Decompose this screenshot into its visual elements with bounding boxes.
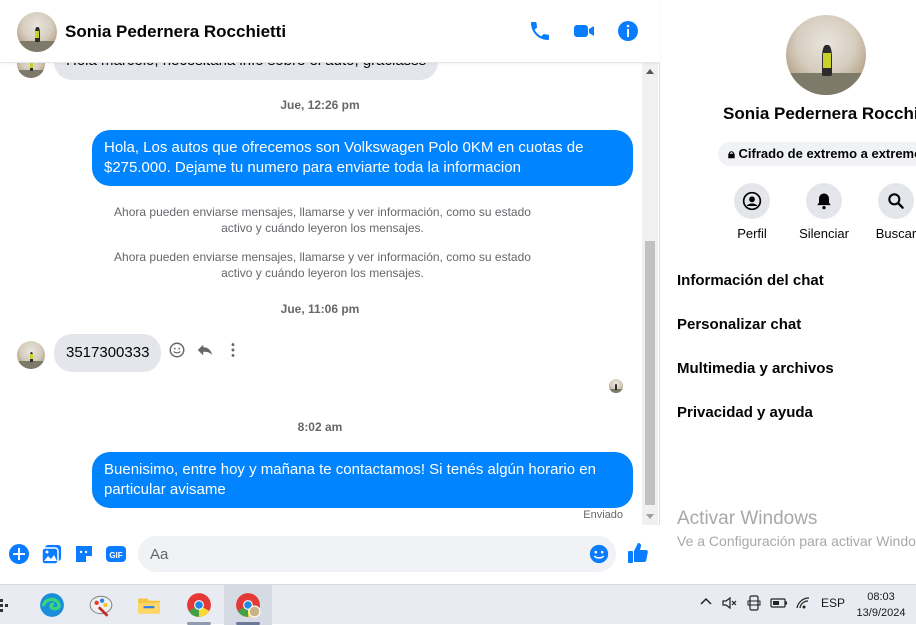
- react-icon[interactable]: [167, 341, 187, 361]
- activation-watermark-subtitle: Ve a Configuración para activar Windows.: [677, 533, 916, 549]
- message-input[interactable]: [150, 536, 580, 572]
- contact-avatar-small: [17, 63, 45, 78]
- read-receipt-avatar: [609, 379, 623, 393]
- chat-pane: Sonia Pedernera Rocchietti Hola marcelo,…: [0, 0, 660, 584]
- paint-icon[interactable]: [79, 585, 123, 625]
- mute-action[interactable]: Silenciar: [794, 183, 854, 241]
- contact-name[interactable]: Sonia Pedernera Rocchietti: [65, 22, 286, 42]
- gallery-icon[interactable]: [40, 542, 64, 566]
- panel-contact-name: Sonia Pedernera Rocchietti: [723, 104, 916, 123]
- scroll-thumb[interactable]: [645, 241, 655, 505]
- show-hidden-icons-chevron-icon[interactable]: [699, 595, 713, 612]
- message-input-wrapper: [138, 536, 616, 572]
- incoming-message: 3517300333: [54, 334, 162, 372]
- phone-call-icon[interactable]: [528, 19, 552, 43]
- timestamp: Jue, 12:26 pm: [280, 98, 360, 112]
- timestamp: Jue, 11:06 pm: [280, 302, 360, 316]
- mute-label: Silenciar: [799, 226, 849, 241]
- thumbs-up-icon[interactable]: [626, 541, 650, 565]
- search-label: Buscar: [875, 226, 916, 241]
- system-notice: Ahora pueden enviarse mensajes, llamarse…: [114, 250, 531, 280]
- menu-privacy-help[interactable]: Privacidad y ayuda: [677, 404, 813, 421]
- panel-avatar[interactable]: [786, 15, 866, 95]
- menu-media-files[interactable]: Multimedia y archivos: [677, 360, 834, 377]
- search-icon: [878, 183, 914, 219]
- menu-customize-chat[interactable]: Personalizar chat: [677, 316, 801, 333]
- menu-chat-info[interactable]: Información del chat: [677, 272, 824, 289]
- chrome-profile-icon[interactable]: [224, 585, 272, 625]
- reply-icon[interactable]: [195, 341, 215, 361]
- more-options-icon[interactable]: [223, 341, 243, 361]
- message-status: Enviado: [583, 509, 623, 521]
- input-language[interactable]: ESP: [821, 596, 845, 610]
- encryption-label: Cifrado de extremo a extremo: [738, 146, 916, 161]
- volume-muted-icon[interactable]: [721, 595, 737, 614]
- search-action[interactable]: Buscar: [866, 183, 916, 241]
- svg-text:GIF: GIF: [109, 551, 122, 560]
- file-explorer-icon[interactable]: [127, 585, 171, 625]
- outgoing-message: Buenisimo, entre hoy y mañana te contact…: [92, 452, 633, 508]
- timestamp: 8:02 am: [297, 420, 343, 434]
- system-clock[interactable]: 08:03 13/9/2024: [848, 589, 914, 621]
- task-view-icon[interactable]: [0, 597, 10, 613]
- battery-icon[interactable]: [770, 595, 788, 614]
- contact-avatar[interactable]: [17, 12, 57, 52]
- taskbar: ESP 08:03 13/9/2024: [0, 584, 916, 625]
- lock-icon: 🔒︎: [728, 146, 735, 161]
- info-icon[interactable]: [616, 19, 640, 43]
- scroll-down-arrow[interactable]: [646, 514, 654, 519]
- sticker-icon[interactable]: [72, 542, 96, 566]
- scroll-up-arrow[interactable]: [646, 69, 654, 74]
- outgoing-message: Hola, Los autos que ofrecemos son Volksw…: [92, 130, 633, 186]
- conversation-info-panel: Sonia Pedernera Rocchietti 🔒︎ Cifrado de…: [661, 0, 916, 584]
- clock-date: 13/9/2024: [856, 607, 906, 619]
- profile-action[interactable]: Perfil: [722, 183, 782, 241]
- composer: GIF: [0, 525, 660, 584]
- scrollbar[interactable]: [642, 63, 658, 525]
- wifi-icon[interactable]: [795, 595, 811, 614]
- edge-icon[interactable]: [30, 585, 74, 625]
- gif-icon[interactable]: GIF: [104, 542, 128, 566]
- system-notice: Ahora pueden enviarse mensajes, llamarse…: [114, 205, 531, 235]
- profile-label: Perfil: [737, 226, 767, 241]
- encryption-badge[interactable]: 🔒︎ Cifrado de extremo a extremo: [718, 142, 916, 166]
- profile-icon: [734, 183, 770, 219]
- phone-link-icon[interactable]: [746, 595, 762, 614]
- bell-icon: [806, 183, 842, 219]
- chrome-icon[interactable]: [177, 585, 221, 625]
- contact-avatar-small: [17, 341, 45, 369]
- add-icon[interactable]: [7, 542, 31, 566]
- clock-time: 08:03: [867, 591, 895, 603]
- emoji-icon[interactable]: [588, 543, 610, 565]
- incoming-message: Hola marcelo, necesitaria info sobre el …: [54, 63, 439, 80]
- message-list: Hola marcelo, necesitaria info sobre el …: [0, 63, 660, 525]
- activation-watermark-title: Activar Windows: [677, 508, 818, 529]
- video-call-icon[interactable]: [572, 19, 596, 43]
- chat-header: Sonia Pedernera Rocchietti: [0, 0, 660, 63]
